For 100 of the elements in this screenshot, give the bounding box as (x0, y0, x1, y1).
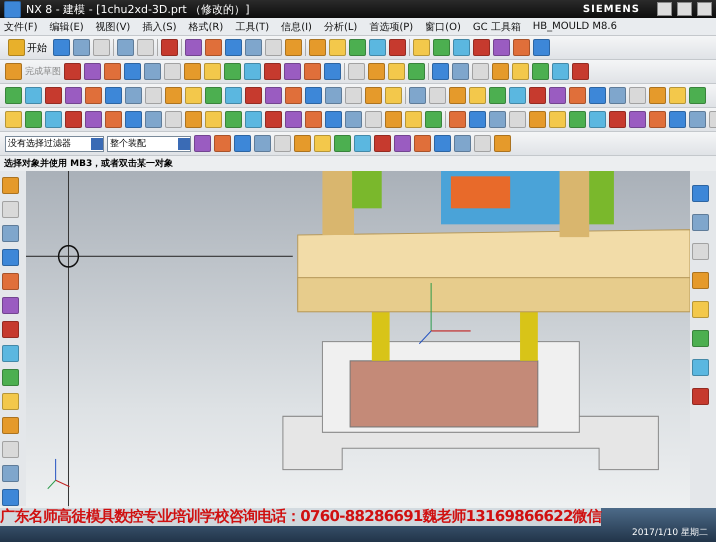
tool-icon[interactable] (93, 39, 110, 56)
tool-icon[interactable] (692, 388, 709, 405)
tool-icon[interactable] (2, 249, 19, 266)
tool-icon[interactable] (549, 87, 566, 104)
tool-icon[interactable] (389, 39, 406, 56)
tool-icon[interactable] (692, 301, 709, 318)
tool-icon[interactable] (214, 135, 231, 152)
tool-icon[interactable] (125, 87, 142, 104)
tool-icon[interactable] (2, 393, 19, 410)
tool-icon[interactable] (549, 111, 566, 128)
tool-icon[interactable] (53, 39, 70, 56)
tool-icon[interactable] (2, 417, 19, 434)
tool-icon[interactable] (434, 135, 451, 152)
tool-icon[interactable] (669, 111, 686, 128)
tool-icon[interactable] (117, 39, 134, 56)
tool-icon[interactable] (274, 135, 291, 152)
tool-icon[interactable] (264, 63, 281, 80)
tool-icon[interactable] (245, 39, 262, 56)
tool-icon[interactable] (689, 87, 706, 104)
tool-icon[interactable] (205, 39, 222, 56)
tool-icon[interactable] (164, 63, 181, 80)
tool-icon[interactable] (2, 297, 19, 314)
menu-item[interactable]: 首选项(P) (369, 20, 414, 34)
tool-icon[interactable] (284, 63, 301, 80)
tool-icon[interactable] (529, 87, 546, 104)
tool-icon[interactable] (433, 39, 450, 56)
tool-icon[interactable] (669, 87, 686, 104)
tool-icon[interactable] (494, 135, 511, 152)
tool-icon[interactable] (25, 111, 42, 128)
tool-icon[interactable] (692, 330, 709, 347)
tool-icon[interactable] (165, 111, 182, 128)
tool-icon[interactable] (474, 135, 491, 152)
tool-icon[interactable] (194, 135, 211, 152)
tool-icon[interactable] (309, 39, 326, 56)
tool-icon[interactable] (161, 39, 178, 56)
tool-icon[interactable] (589, 111, 606, 128)
tool-icon[interactable] (513, 39, 530, 56)
tool-icon[interactable] (137, 39, 154, 56)
menu-item[interactable]: 信息(I) (281, 20, 312, 34)
tool-icon[interactable] (5, 87, 22, 104)
menu-item[interactable]: 分析(L) (324, 20, 358, 34)
tool-icon[interactable] (265, 87, 282, 104)
close-button[interactable] (697, 2, 712, 16)
tool-icon[interactable] (205, 87, 222, 104)
tool-icon[interactable] (105, 87, 122, 104)
tool-icon[interactable] (184, 63, 201, 80)
tool-icon[interactable] (165, 87, 182, 104)
tool-icon[interactable] (2, 369, 19, 386)
tool-icon[interactable] (429, 87, 446, 104)
tool-icon[interactable] (285, 87, 302, 104)
tool-icon[interactable] (325, 111, 342, 128)
tool-icon[interactable] (124, 63, 141, 80)
tool-icon[interactable] (5, 111, 22, 128)
tool-icon[interactable] (185, 39, 202, 56)
tool-icon[interactable] (509, 87, 526, 104)
maximize-button[interactable] (677, 2, 692, 16)
tool-icon[interactable] (65, 111, 82, 128)
tool-icon[interactable] (629, 87, 646, 104)
tool-icon[interactable] (329, 39, 346, 56)
tool-icon[interactable] (374, 135, 391, 152)
tool-icon[interactable] (569, 111, 586, 128)
tool-icon[interactable] (569, 87, 586, 104)
tool-icon[interactable] (532, 63, 549, 80)
menu-item[interactable]: GC 工具箱 (472, 20, 521, 34)
tool-icon[interactable] (529, 111, 546, 128)
tool-icon[interactable] (388, 63, 405, 80)
tool-icon[interactable] (145, 87, 162, 104)
tool-icon[interactable] (334, 135, 351, 152)
tool-icon[interactable] (205, 111, 222, 128)
tool-icon[interactable] (324, 63, 341, 80)
tool-icon[interactable] (454, 135, 471, 152)
tool-icon[interactable] (472, 63, 489, 80)
tool-icon[interactable] (225, 111, 242, 128)
tool-icon[interactable] (225, 39, 242, 56)
tool-icon[interactable] (692, 185, 709, 202)
tool-icon[interactable] (224, 63, 241, 80)
tool-icon[interactable] (2, 177, 19, 194)
tool-icon[interactable] (305, 111, 322, 128)
tool-icon[interactable] (629, 111, 646, 128)
tool-icon[interactable] (345, 111, 362, 128)
tool-icon[interactable] (285, 111, 302, 128)
tool-icon[interactable] (105, 111, 122, 128)
tool-icon[interactable] (509, 111, 526, 128)
tool-icon[interactable] (2, 225, 19, 242)
tool-icon[interactable] (365, 111, 382, 128)
tool-icon[interactable] (425, 111, 442, 128)
tool-icon[interactable] (73, 39, 90, 56)
tool-icon[interactable] (408, 63, 425, 80)
menu-item[interactable]: 编辑(E) (50, 20, 84, 34)
tool-icon[interactable] (304, 63, 321, 80)
tool-icon[interactable] (245, 87, 262, 104)
tool-icon[interactable] (453, 39, 470, 56)
tool-icon[interactable] (692, 359, 709, 376)
tool-icon[interactable] (25, 87, 42, 104)
menu-item[interactable]: 窗口(O) (425, 20, 461, 34)
tool-icon[interactable] (285, 39, 302, 56)
menu-item[interactable]: 插入(S) (142, 20, 176, 34)
tool-icon[interactable] (2, 273, 19, 290)
minimize-button[interactable] (657, 2, 672, 16)
menu-item[interactable]: 视图(V) (96, 20, 130, 34)
